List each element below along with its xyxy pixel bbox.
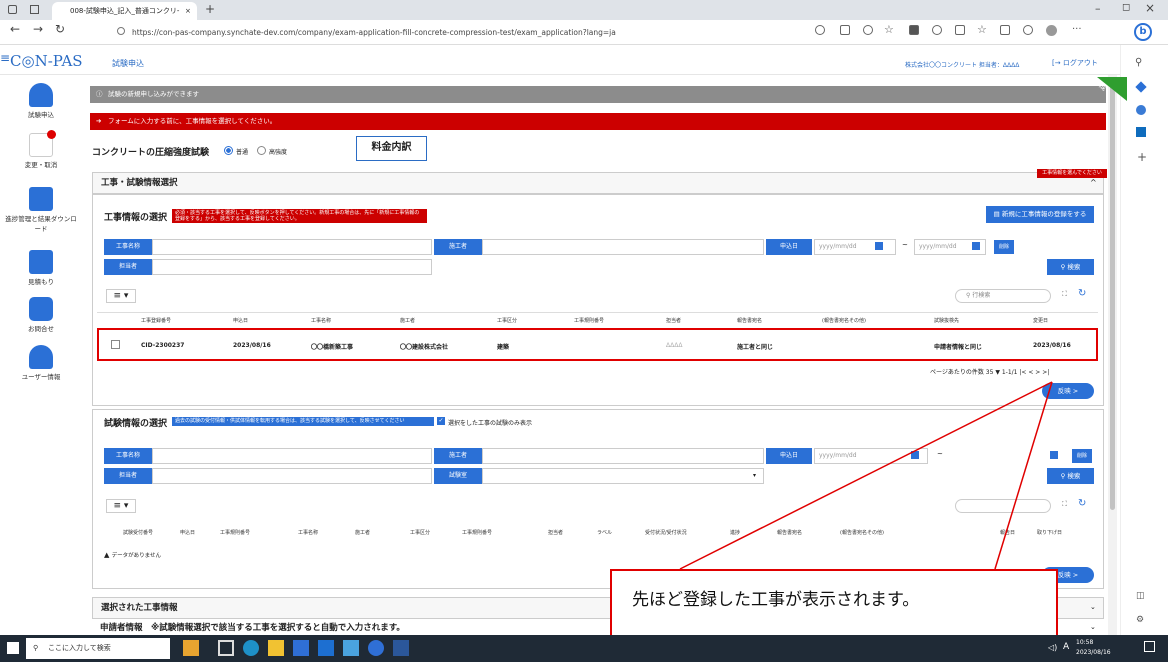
taskbar	[0, 635, 1168, 662]
taskbar-search[interactable]: ⚲ ここに入力して検索	[26, 638, 170, 659]
edge-icon[interactable]	[243, 640, 259, 656]
store-icon[interactable]	[293, 640, 309, 656]
app-icon[interactable]	[368, 640, 384, 656]
callout-lines	[679, 381, 1053, 570]
volume-icon[interactable]: ◁)	[1048, 643, 1057, 652]
clock-date[interactable]: 2023/08/16	[1076, 649, 1111, 656]
explorer-icon[interactable]	[268, 640, 284, 656]
mail-icon[interactable]	[318, 640, 334, 656]
weather-icon[interactable]	[183, 640, 199, 656]
ime-indicator[interactable]: A	[1063, 642, 1069, 652]
app-icon[interactable]	[343, 640, 359, 656]
notification-icon[interactable]	[1144, 641, 1155, 652]
windows-start-icon[interactable]	[7, 642, 19, 654]
system-tray: ◁) A 10:58 2023/08/16	[1040, 636, 1160, 661]
search-icon: ⚲	[33, 644, 39, 652]
task-view-icon[interactable]	[218, 640, 234, 656]
word-icon[interactable]	[393, 640, 409, 656]
taskbar-search-placeholder: ここに入力して検索	[48, 644, 111, 652]
clock-time[interactable]: 10:58	[1076, 639, 1093, 646]
